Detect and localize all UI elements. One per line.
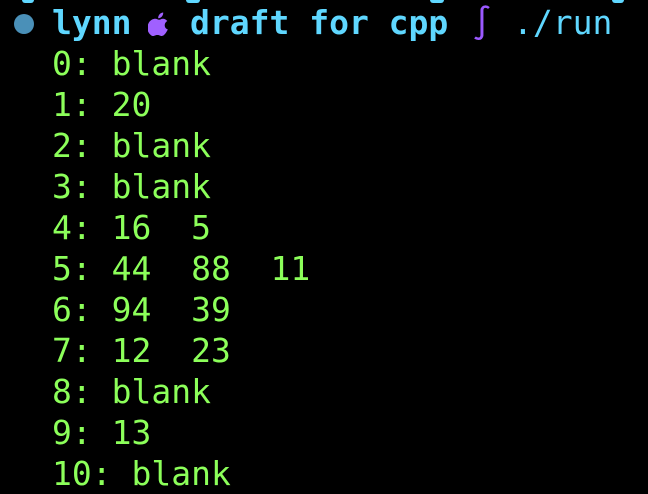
output-line: 9: 13 xyxy=(52,413,152,452)
output-line: 8: blank xyxy=(52,372,211,411)
apple-icon xyxy=(148,12,168,36)
terminal-window[interactable]: lynn draft for cpp ∫ ./run 0: blank 1: 2… xyxy=(0,0,648,494)
prompt-line: lynn draft for cpp ∫ ./run xyxy=(0,2,612,43)
command-text: ./run xyxy=(513,3,613,42)
output-line: 10: blank xyxy=(52,454,231,493)
prompt-user: lynn xyxy=(52,3,132,42)
output-line: 1: 20 xyxy=(52,85,152,124)
prompt-branch: draft for cpp xyxy=(190,3,449,42)
output-line: 4: 16 5 xyxy=(52,208,211,247)
output-line: 5: 44 88 11 xyxy=(52,249,311,288)
output-line: 3: blank xyxy=(52,167,211,206)
output-line: 0: blank xyxy=(52,44,211,83)
integral-icon: ∫ xyxy=(472,3,492,42)
program-output: 0: blank 1: 20 2: blank 3: blank 4: 16 5… xyxy=(52,43,310,494)
output-line: 2: blank xyxy=(52,126,211,165)
output-line: 6: 94 39 xyxy=(52,290,231,329)
output-line: 7: 12 23 xyxy=(52,331,231,370)
status-dot-icon xyxy=(14,14,34,34)
